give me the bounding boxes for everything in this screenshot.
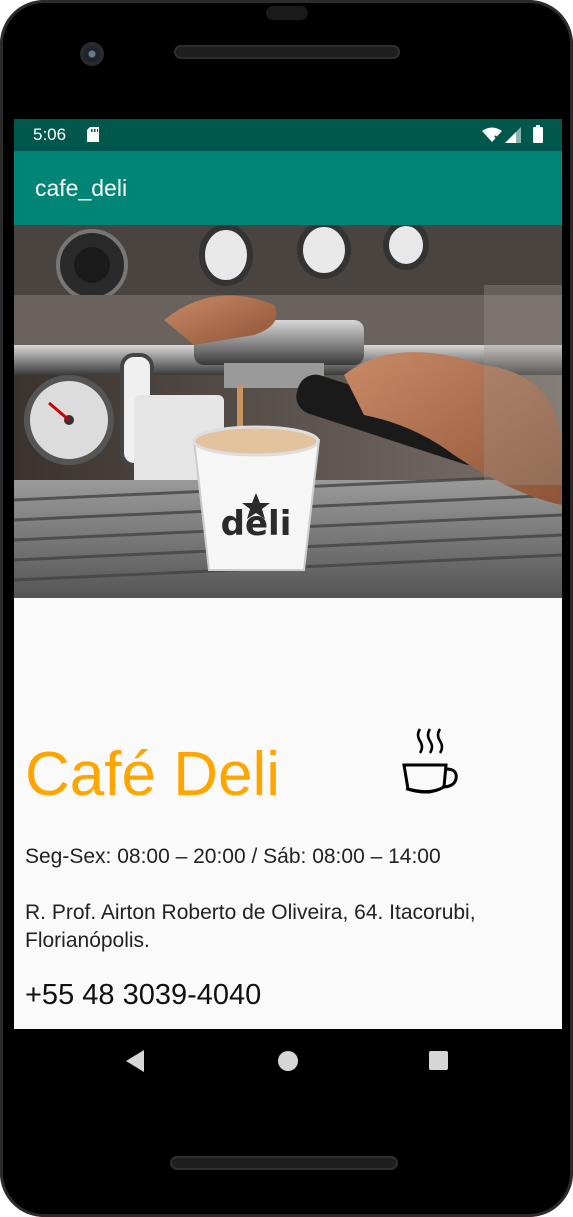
address: R. Prof. Airton Roberto de Oliveira, 64.…	[25, 901, 476, 952]
navigation-bar	[14, 1029, 562, 1093]
coffee-cup-icon	[402, 728, 458, 794]
status-time: 5:06	[33, 125, 67, 144]
cafe-title: Café Deli	[25, 740, 280, 809]
opening-hours: Seg-Sex: 08:00 – 20:00 / Sáb: 08:00 – 14…	[25, 845, 441, 868]
phone-frame: 5:06 cafe_deli deli Café Deli Seg-Sex: 0…	[0, 0, 573, 1217]
signal-icon	[505, 127, 521, 143]
top-notch	[266, 6, 308, 20]
earpiece-speaker	[174, 45, 400, 59]
back-icon[interactable]	[124, 1049, 148, 1073]
wifi-icon	[482, 127, 502, 142]
phone-number[interactable]: +55 48 3039-4040	[25, 979, 261, 1012]
sd-card-icon	[87, 127, 99, 142]
recents-icon[interactable]	[429, 1051, 448, 1070]
front-camera	[80, 42, 104, 66]
hero-image: deli	[14, 225, 562, 598]
bottom-speaker	[170, 1156, 398, 1170]
app-title: cafe_deli	[35, 175, 128, 201]
app-screen: 5:06 cafe_deli deli Café Deli Seg-Sex: 0…	[14, 119, 562, 1029]
home-icon[interactable]	[278, 1051, 298, 1071]
espresso-machine-photo: deli	[14, 225, 562, 598]
status-bar: 5:06	[14, 119, 562, 151]
battery-icon	[533, 125, 543, 143]
app-bar: cafe_deli	[14, 151, 562, 225]
